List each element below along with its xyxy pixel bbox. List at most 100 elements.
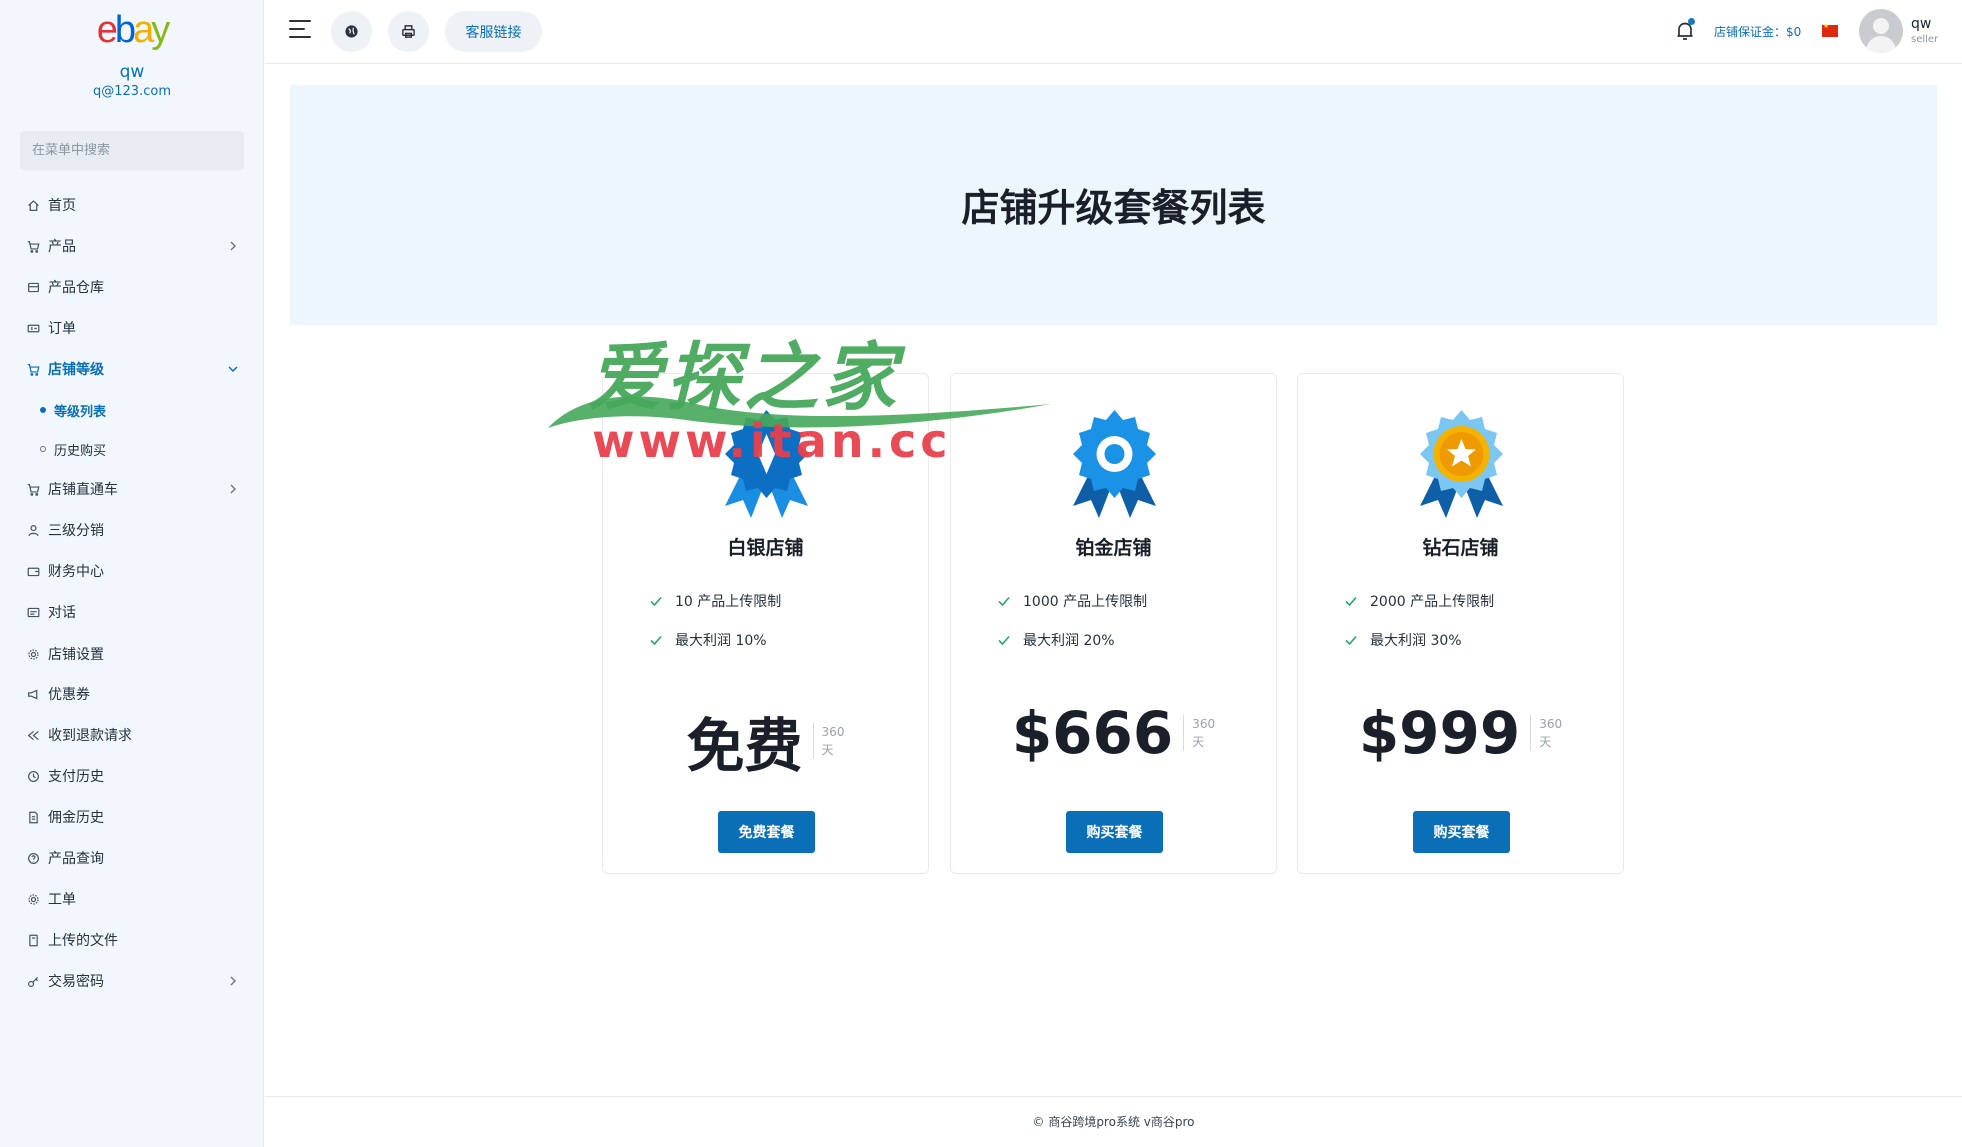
page-hero: 店铺升级套餐列表 bbox=[290, 85, 1937, 325]
refund-icon bbox=[26, 728, 40, 742]
sidebar-item-chat[interactable]: 对话 bbox=[26, 598, 240, 626]
sidebar-item-warehouse[interactable]: 产品仓库 bbox=[26, 273, 240, 301]
sidebar-item-product-query[interactable]: 产品查询 bbox=[26, 844, 240, 872]
plan-feature: 10 产品上传限制 bbox=[649, 591, 781, 611]
chevron-down-icon bbox=[228, 366, 238, 372]
plan-card-diamond: 钻石店铺 2000 产品上传限制 最大利润 30% $999 360 天 购买套餐 bbox=[1297, 373, 1624, 874]
sidebar-item-products[interactable]: 产品 bbox=[26, 232, 240, 260]
chevron-right-icon bbox=[230, 241, 236, 251]
plan-feature: 2000 产品上传限制 bbox=[1344, 591, 1494, 611]
sidebar-item-label: 上传的文件 bbox=[48, 933, 118, 949]
sidebar-item-payment-history[interactable]: 支付历史 bbox=[26, 762, 240, 790]
diamond-medal-icon bbox=[1420, 410, 1503, 518]
plan-name: 白银店铺 bbox=[727, 537, 804, 559]
sidebar-item-label: 对话 bbox=[48, 605, 76, 621]
buy-plan-button[interactable]: 购买套餐 bbox=[1413, 811, 1510, 853]
check-icon bbox=[650, 596, 662, 607]
sidebar-item-label: 订单 bbox=[48, 321, 76, 337]
megaphone-icon bbox=[26, 687, 40, 701]
sidebar-item-label: 支付历史 bbox=[48, 769, 104, 785]
feature-label: 最大利润 20% bbox=[1023, 633, 1115, 649]
document-icon bbox=[26, 810, 40, 824]
store-deposit-label[interactable]: 店铺保证金：$0 bbox=[1714, 23, 1801, 40]
language-globe-button[interactable] bbox=[331, 11, 372, 52]
sidebar: ebay qw q@123.com 首页 产品 产品仓库 订单 店铺等级 等级列… bbox=[0, 0, 264, 1147]
sidebar-subitem-level-list[interactable]: 等级列表 bbox=[40, 398, 106, 422]
sidebar-item-store-level[interactable]: 店铺等级 bbox=[26, 355, 240, 383]
print-button[interactable] bbox=[388, 11, 429, 52]
print-icon bbox=[402, 25, 415, 38]
top-header: 客服链接 店铺保证金：$0 qw seller bbox=[265, 0, 1962, 64]
sidebar-item-label: 首页 bbox=[48, 198, 76, 214]
sidebar-item-coupons[interactable]: 优惠券 bbox=[26, 680, 240, 708]
sidebar-item-label: 收到退款请求 bbox=[48, 728, 132, 744]
sidebar-item-label: 交易密码 bbox=[48, 974, 104, 990]
key-icon bbox=[26, 974, 40, 988]
plan-card-silver: 白银店铺 10 产品上传限制 最大利润 10% 免费 360 天 免费套餐 bbox=[602, 373, 929, 874]
sidebar-item-refund-requests[interactable]: 收到退款请求 bbox=[26, 721, 240, 749]
plan-price: 免费 360 天 bbox=[603, 699, 928, 783]
plan-card-platinum: 铂金店铺 1000 产品上传限制 最大利润 20% $666 360 天 购买套餐 bbox=[950, 373, 1277, 874]
plan-price: $999 360 天 bbox=[1298, 699, 1623, 767]
header-user-name[interactable]: qw bbox=[1911, 16, 1931, 32]
sidebar-item-label: 三级分销 bbox=[48, 523, 104, 539]
avatar[interactable] bbox=[1859, 9, 1903, 53]
free-plan-button[interactable]: 免费套餐 bbox=[718, 811, 815, 853]
sidebar-item-distribution[interactable]: 三级分销 bbox=[26, 516, 240, 544]
sidebar-item-label: 产品查询 bbox=[48, 851, 104, 867]
platinum-medal-icon bbox=[1073, 410, 1156, 518]
footer: © 商谷跨境pro系统 v商谷pro bbox=[265, 1096, 1962, 1147]
price-amount: 免费 bbox=[686, 712, 803, 780]
cart-icon bbox=[26, 239, 40, 253]
gear-icon bbox=[26, 647, 40, 661]
sidebar-item-transaction-password[interactable]: 交易密码 bbox=[26, 967, 240, 995]
sidebar-user-email: q@123.com bbox=[93, 84, 171, 99]
check-icon bbox=[998, 635, 1010, 646]
sidebar-item-label: 工单 bbox=[48, 892, 76, 908]
menu-toggle-icon[interactable] bbox=[289, 20, 315, 42]
gear-icon bbox=[26, 892, 40, 906]
plan-feature: 最大利润 10% bbox=[649, 630, 767, 650]
user-icon bbox=[26, 523, 40, 537]
file-icon bbox=[26, 933, 40, 947]
globe-icon bbox=[345, 25, 358, 38]
plan-name: 钻石店铺 bbox=[1422, 537, 1499, 559]
sidebar-item-store-promotion[interactable]: 店铺直通车 bbox=[26, 475, 240, 503]
sidebar-item-finance[interactable]: 财务中心 bbox=[26, 557, 240, 585]
sidebar-item-label: 佣金历史 bbox=[48, 810, 104, 826]
check-icon bbox=[1345, 635, 1357, 646]
china-flag-icon[interactable] bbox=[1822, 22, 1838, 37]
sidebar-item-label: 产品 bbox=[48, 239, 76, 255]
menu-search-input[interactable] bbox=[20, 131, 244, 170]
sidebar-item-orders[interactable]: 订单 bbox=[26, 314, 240, 342]
question-icon bbox=[26, 851, 40, 865]
sidebar-item-store-settings[interactable]: 店铺设置 bbox=[26, 640, 240, 668]
feature-label: 最大利润 10% bbox=[675, 633, 767, 649]
sidebar-subitem-purchase-history[interactable]: 历史购买 bbox=[40, 437, 106, 461]
customer-service-link[interactable]: 客服链接 bbox=[445, 11, 542, 52]
sidebar-item-label: 财务中心 bbox=[48, 564, 104, 580]
feature-label: 1000 产品上传限制 bbox=[1023, 594, 1148, 610]
cart-icon bbox=[26, 482, 40, 496]
feature-label: 2000 产品上传限制 bbox=[1370, 594, 1495, 610]
feature-label: 最大利润 30% bbox=[1370, 633, 1462, 649]
price-period: 360 天 bbox=[1183, 715, 1215, 751]
sidebar-item-commission-history[interactable]: 佣金历史 bbox=[26, 803, 240, 831]
ebay-logo[interactable]: ebay bbox=[0, 10, 264, 50]
sidebar-item-tickets[interactable]: 工单 bbox=[26, 885, 240, 913]
page-title: 店铺升级套餐列表 bbox=[961, 186, 1266, 230]
bullet-icon bbox=[40, 446, 46, 452]
check-icon bbox=[1345, 596, 1357, 607]
sidebar-user-name: qw bbox=[119, 62, 145, 82]
sidebar-item-label: 优惠券 bbox=[48, 687, 90, 703]
ticket-icon bbox=[26, 321, 40, 335]
sidebar-item-home[interactable]: 首页 bbox=[26, 191, 240, 219]
cart-icon bbox=[26, 362, 40, 376]
notification-bell-icon[interactable] bbox=[1675, 18, 1695, 42]
header-user-role: seller bbox=[1911, 34, 1939, 45]
sidebar-item-label: 等级列表 bbox=[54, 404, 107, 420]
sidebar-item-uploaded-files[interactable]: 上传的文件 bbox=[26, 926, 240, 954]
wallet-icon bbox=[26, 564, 40, 578]
buy-plan-button[interactable]: 购买套餐 bbox=[1066, 811, 1163, 853]
check-icon bbox=[650, 635, 662, 646]
